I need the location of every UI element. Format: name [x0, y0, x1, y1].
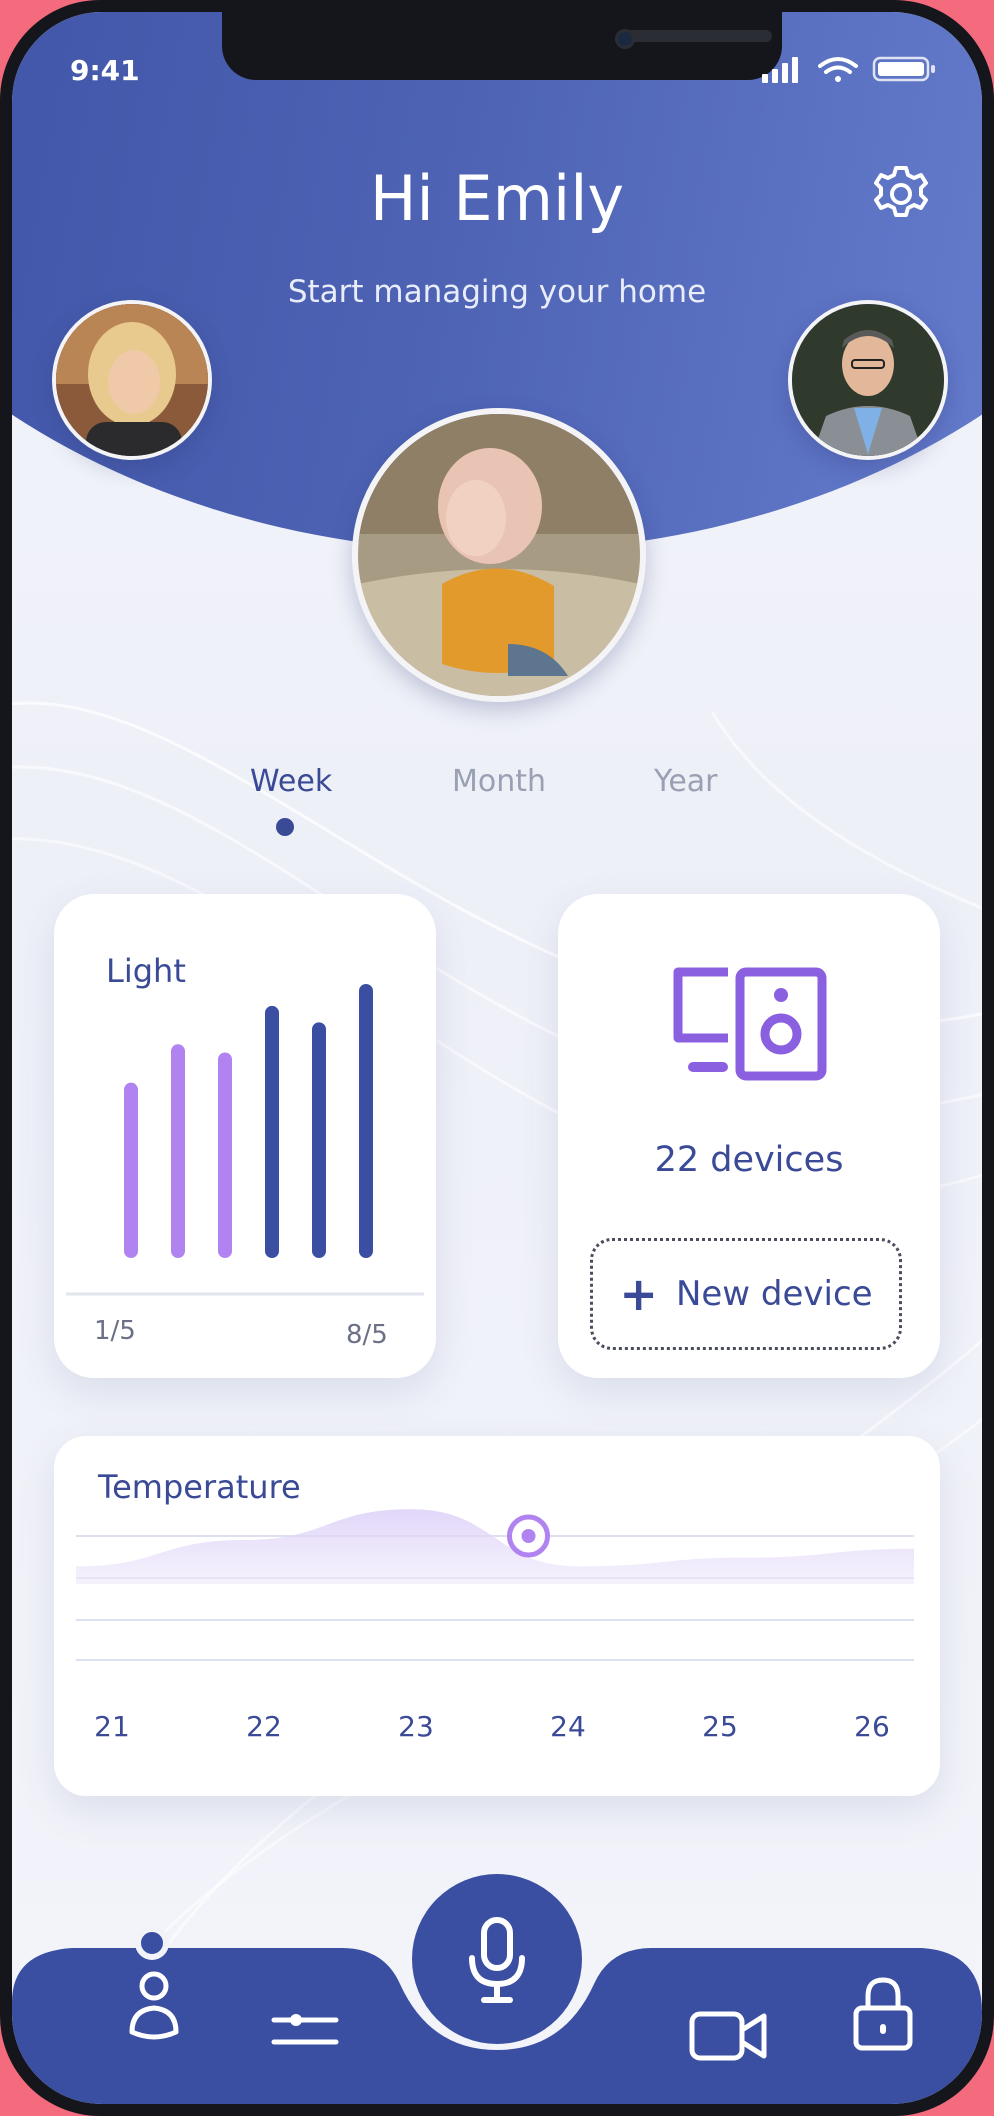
temperature-area-chart: 21 22 23 24 25 26: [76, 1509, 914, 1743]
signal-icon: [762, 57, 798, 83]
lock-icon[interactable]: [850, 1974, 916, 2054]
status-icons: [762, 56, 935, 83]
device-frame: 9:41 Hi Emily Start managing your home W…: [0, 0, 994, 2116]
greeting-title: Hi Emily: [369, 162, 625, 235]
active-tab-indicator: [276, 818, 294, 836]
temperature-x-label: 26: [854, 1710, 890, 1743]
wifi-icon: [818, 57, 858, 82]
monitor-speaker-icon: [673, 967, 827, 1081]
avatar-current-user[interactable]: [352, 408, 646, 702]
status-time: 9:41: [70, 54, 140, 87]
temperature-x-label: 24: [550, 1710, 586, 1743]
tab-month[interactable]: Month: [452, 764, 546, 799]
temperature-card[interactable]: Temperature 21 22 23 24 25 26: [54, 1436, 940, 1796]
temperature-area: [76, 1509, 914, 1584]
new-device-label: New device: [675, 1274, 873, 1314]
light-bar: [312, 1022, 326, 1258]
light-bar-chart: [66, 984, 424, 1296]
new-device-button[interactable]: + New device: [590, 1238, 902, 1350]
person-icon[interactable]: [124, 1968, 184, 2042]
video-camera-icon[interactable]: [688, 2008, 768, 2064]
light-bar: [171, 1044, 185, 1258]
avatar-photo: [792, 304, 944, 456]
microphone-icon: [469, 1917, 525, 2003]
devices-card[interactable]: 22 devices + New device: [558, 894, 940, 1378]
app-screen: 9:41 Hi Emily Start managing your home W…: [12, 12, 982, 2104]
light-end-label: 8/5: [346, 1320, 388, 1350]
gear-icon[interactable]: [869, 162, 933, 226]
light-card[interactable]: Light 1/5 8/5: [54, 894, 436, 1378]
light-start-label: 1/5: [94, 1316, 136, 1346]
plus-icon: +: [619, 1267, 658, 1321]
sliders-icon[interactable]: [270, 2008, 340, 2052]
avatar-photo: [56, 304, 208, 456]
temperature-x-label: 22: [246, 1710, 282, 1743]
speaker-grille: [622, 30, 772, 42]
light-bar: [124, 1082, 138, 1258]
temperature-x-label: 23: [398, 1710, 434, 1743]
microphone-button[interactable]: [412, 1874, 582, 2044]
light-bar: [218, 1052, 232, 1258]
light-bar: [359, 984, 373, 1258]
battery-icon: [872, 56, 935, 82]
light-bar: [265, 1005, 279, 1258]
avatar-family-member-left[interactable]: [52, 300, 212, 460]
temperature-x-label: 25: [702, 1710, 738, 1743]
temperature-marker-center: [521, 1529, 536, 1543]
temperature-x-label: 21: [94, 1710, 130, 1743]
avatar-family-member-right[interactable]: [788, 300, 948, 460]
avatar-photo: [358, 414, 640, 696]
device-notch: [222, 12, 782, 80]
tab-year[interactable]: Year: [654, 764, 718, 799]
front-camera: [615, 29, 635, 49]
devices-count: 22 devices: [654, 1140, 844, 1180]
tab-week[interactable]: Week: [250, 764, 332, 799]
active-nav-indicator: [135, 1926, 169, 1960]
